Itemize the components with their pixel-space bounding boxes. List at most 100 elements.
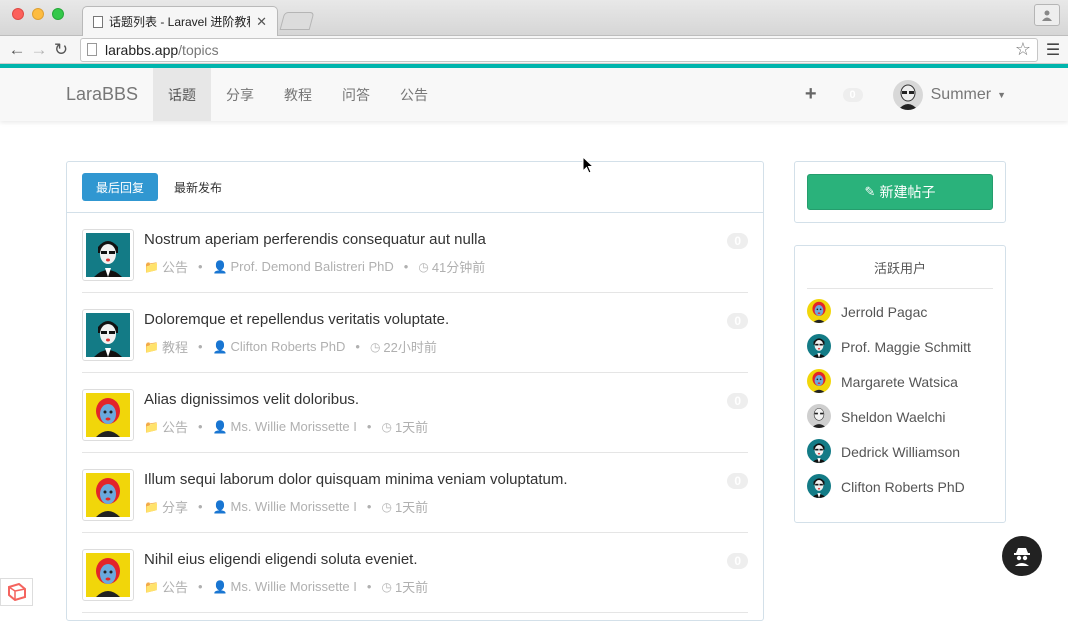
topic-author-avatar[interactable] (82, 389, 134, 441)
reply-count-badge[interactable]: 0 (727, 233, 748, 249)
topic-meta: 📁 公告 • 👤 Ms. Willie Morissette I • ◷ 1天前 (144, 577, 428, 596)
menu-icon[interactable]: ☰ (1044, 40, 1062, 60)
topic-author[interactable]: Ms. Willie Morissette I (230, 499, 356, 514)
tab-last-reply[interactable]: 最后回复 (82, 173, 159, 201)
person-icon (1042, 10, 1052, 21)
user-icon: 👤 (212, 579, 228, 594)
topic-author[interactable]: Ms. Willie Morissette I (230, 579, 356, 594)
help-button[interactable] (1002, 536, 1042, 576)
topic-author-avatar[interactable] (82, 469, 134, 521)
topic-author-avatar[interactable] (82, 549, 134, 601)
nav-tutorial[interactable]: 教程 (269, 68, 327, 121)
topic-meta: 📁 公告 • 👤 Ms. Willie Morissette I • ◷ 1天前 (144, 417, 428, 436)
debugbar-toggle[interactable] (0, 578, 33, 606)
topic-category[interactable]: 公告 (162, 417, 188, 436)
close-tab-icon[interactable]: ✕ (256, 14, 267, 30)
topic-category[interactable]: 分享 (162, 497, 188, 516)
reload-icon[interactable]: ↻ (50, 40, 72, 60)
user-icon: 👤 (212, 499, 228, 514)
topic-time: 1天前 (394, 580, 429, 595)
separator: • (366, 579, 372, 594)
tab-title: 话题列表 - Laravel 进阶教程 (109, 15, 251, 29)
browser-tab[interactable]: 话题列表 - Laravel 进阶教程 ✕ (82, 6, 278, 36)
topic-author[interactable]: Clifton Roberts PhD (230, 339, 345, 354)
nav-announcement[interactable]: 公告 (385, 68, 443, 121)
topic-meta: 📁 教程 • 👤 Clifton Roberts PhD • ◷ 22小时前 (144, 337, 437, 356)
clock-icon: ◷ (381, 499, 392, 514)
active-user-name: Jerrold Pagac (841, 304, 928, 320)
minimize-window-button[interactable] (32, 8, 44, 20)
create-topic-button[interactable]: ✎ 新建帖子 (807, 174, 993, 210)
topic-row: Doloremque et repellendus veritatis volu… (82, 293, 748, 373)
topic-title[interactable]: Alias dignissimos velit doloribus. (144, 391, 359, 408)
active-user-item[interactable]: Sheldon Waelchi (807, 403, 946, 431)
back-icon[interactable]: ← (6, 40, 28, 60)
topic-author-avatar[interactable] (82, 309, 134, 361)
separator: • (197, 419, 203, 434)
address-bar[interactable]: larabbs.app/topics ☆ (80, 37, 1038, 62)
nav-qa[interactable]: 问答 (327, 68, 385, 121)
notification-badge[interactable]: 0 (842, 87, 863, 102)
document-icon (93, 15, 103, 28)
topic-title[interactable]: Nihil eius eligendi eligendi soluta even… (144, 551, 418, 568)
brand-logo[interactable]: LaraBBS (66, 84, 138, 105)
folder-icon: 📁 (144, 339, 159, 354)
user-menu[interactable]: Summer (931, 86, 991, 104)
topic-row: Nostrum aperiam perferendis consequatur … (82, 213, 748, 293)
clock-icon: ◷ (381, 419, 392, 434)
folder-icon: 📁 (144, 419, 159, 434)
topic-category[interactable]: 公告 (162, 257, 188, 276)
active-user-item[interactable]: Dedrick Williamson (807, 438, 961, 466)
active-user-item[interactable]: Prof. Maggie Schmitt (807, 333, 971, 359)
create-plus-icon[interactable]: + (805, 83, 817, 106)
active-user-name: Dedrick Williamson (841, 444, 961, 460)
topic-author[interactable]: Ms. Willie Morissette I (230, 419, 356, 434)
active-user-avatar (807, 473, 841, 501)
active-user-avatar (807, 403, 841, 431)
separator: • (197, 579, 203, 594)
tab-newest[interactable]: 最新发布 (160, 173, 236, 201)
nav-topics[interactable]: 话题 (153, 68, 212, 121)
separator: • (197, 499, 203, 514)
caret-down-icon[interactable]: ▼ (997, 90, 1006, 100)
active-user-avatar (807, 438, 841, 466)
active-user-item[interactable]: Clifton Roberts PhD (807, 473, 965, 501)
forward-icon[interactable]: → (28, 40, 50, 60)
active-user-item[interactable]: Margarete Watsica (807, 368, 958, 394)
topic-title[interactable]: Illum sequi laborum dolor quisquam minim… (144, 471, 568, 488)
topic-time: 22小时前 (383, 340, 437, 355)
clock-icon: ◷ (369, 339, 381, 354)
reply-count-badge[interactable]: 0 (727, 393, 748, 409)
user-icon: 👤 (212, 339, 228, 354)
profile-button[interactable] (1034, 4, 1060, 26)
topic-order-tabs: 最后回复 最新发布 (67, 162, 763, 213)
user-icon: 👤 (212, 419, 228, 434)
topic-author-avatar[interactable] (82, 229, 134, 281)
site-navbar: LaraBBS 话题 分享 教程 问答 公告 + 0 Summer ▼ (0, 64, 1068, 121)
reply-count-badge[interactable]: 0 (727, 553, 748, 569)
nav-share[interactable]: 分享 (211, 68, 269, 121)
topic-category[interactable]: 公告 (162, 577, 188, 596)
user-avatar[interactable] (892, 79, 923, 110)
maximize-window-button[interactable] (52, 8, 64, 20)
active-users-panel: 活跃用户 Jerrold Pagac Prof. Maggie Schmitt Ma… (794, 245, 1006, 523)
url-path: /topics (178, 41, 219, 58)
topic-category[interactable]: 教程 (162, 337, 188, 356)
reply-count-badge[interactable]: 0 (727, 473, 748, 489)
close-window-button[interactable] (12, 8, 24, 20)
topic-author[interactable]: Prof. Demond Balistreri PhD (230, 259, 393, 274)
active-user-item[interactable]: Jerrold Pagac (807, 298, 928, 324)
topic-title[interactable]: Doloremque et repellendus veritatis volu… (144, 311, 449, 328)
new-tab-button[interactable] (279, 12, 315, 30)
create-topic-panel: ✎ 新建帖子 (794, 161, 1006, 223)
bookmark-star-icon[interactable]: ☆ (1015, 39, 1031, 60)
active-user-name: Clifton Roberts PhD (841, 479, 965, 495)
topic-title[interactable]: Nostrum aperiam perferendis consequatur … (144, 231, 486, 248)
folder-icon: 📁 (144, 579, 159, 594)
topics-panel: 最后回复 最新发布 Nostrum aperiam perferendis co… (66, 161, 764, 621)
folder-icon: 📁 (144, 259, 159, 274)
topic-time: 1天前 (394, 420, 429, 435)
separator: • (366, 419, 372, 434)
reply-count-badge[interactable]: 0 (727, 313, 748, 329)
topic-time: 1天前 (394, 500, 429, 515)
